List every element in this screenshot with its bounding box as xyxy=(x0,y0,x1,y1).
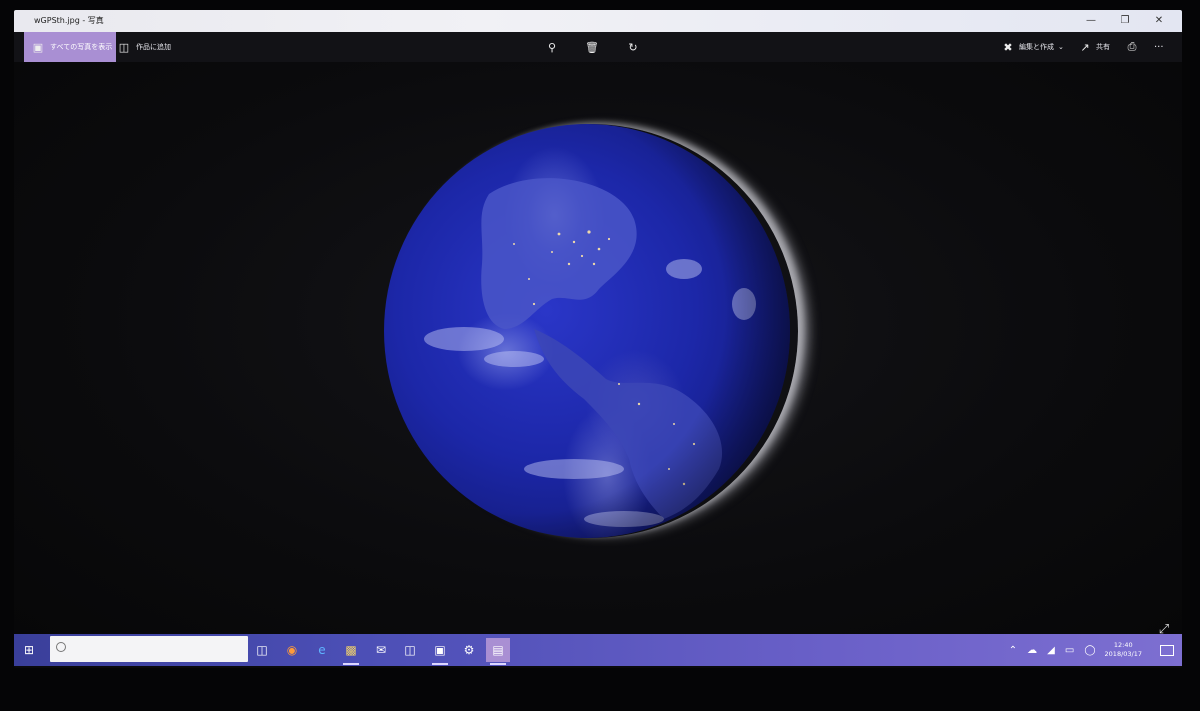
mail-icon: ✉ xyxy=(375,643,387,657)
clock-date: 2018/03/17 xyxy=(1104,650,1142,658)
add-to-creation-button[interactable]: ◫ 作品に追加 xyxy=(116,32,171,62)
earth-globe xyxy=(384,124,790,538)
more-button[interactable]: ··· xyxy=(1154,32,1164,62)
close-icon: ✕ xyxy=(1154,15,1164,26)
file-explorer-button[interactable]: ▩ xyxy=(339,638,363,665)
photos-icon: ▣ xyxy=(32,40,44,54)
see-all-photos-label: すべての写真を表示 xyxy=(50,43,113,51)
trash-icon: 🗑 xyxy=(585,40,599,54)
photos-app-button[interactable]: ▣ xyxy=(428,638,452,665)
title-bar: wGPSth.jpg - 写真 — ❐ ✕ xyxy=(14,10,1182,32)
mail-button[interactable]: ✉ xyxy=(369,638,393,662)
edge-icon: e xyxy=(318,643,326,657)
file-explorer-icon: ▩ xyxy=(345,643,357,657)
taskbar: ⊞ ◫ ◉ e ▩ ✉ ◫ ▣ ⚙ ▤ ⌃ ☁ ◢ ▭ ◯ 12:40 2018… xyxy=(14,634,1182,666)
edge-button[interactable]: e xyxy=(310,638,334,662)
settings-icon: ⚙ xyxy=(463,643,475,657)
firefox-button[interactable]: ◉ xyxy=(280,638,304,662)
share-button[interactable]: ↗ 共有 xyxy=(1077,32,1110,62)
network-icon[interactable]: ◢ xyxy=(1047,645,1055,656)
battery-icon[interactable]: ▭ xyxy=(1065,645,1074,656)
window-controls: — ❐ ✕ xyxy=(1074,10,1176,32)
photos-running-button[interactable]: ▤ xyxy=(486,638,510,665)
add-creation-icon: ◫ xyxy=(118,40,130,54)
photo-viewer[interactable]: ⤢ xyxy=(14,62,1182,638)
share-label: 共有 xyxy=(1096,43,1110,51)
rotate-button[interactable]: ↻ xyxy=(625,32,641,62)
delete-button[interactable]: 🗑 xyxy=(584,32,600,62)
earth-surface-art xyxy=(384,124,790,538)
system-tray: ⌃ ☁ ◢ ▭ ◯ 12:40 2018/03/17 xyxy=(1004,634,1182,666)
ime-icon[interactable]: ◯ xyxy=(1084,645,1095,656)
zoom-in-icon: ⚲ xyxy=(547,40,557,54)
settings-button[interactable]: ⚙ xyxy=(457,638,481,662)
close-button[interactable]: ✕ xyxy=(1142,10,1176,32)
start-button[interactable]: ⊞ xyxy=(14,634,44,666)
minimize-button[interactable]: — xyxy=(1074,10,1108,32)
photos-app-icon: ▣ xyxy=(434,643,446,657)
more-icon: ··· xyxy=(1154,41,1164,53)
edit-create-button[interactable]: ✖ 編集と作成 ⌄ xyxy=(1000,32,1064,62)
app-toolbar: ▣ すべての写真を表示 ◫ 作品に追加 ⚲ 🗑 ↻ ✖ 編集と作成 ⌄ ↗ 共有… xyxy=(14,32,1182,62)
restore-icon: ❐ xyxy=(1120,15,1130,26)
maximize-button[interactable]: ❐ xyxy=(1108,10,1142,32)
rotate-icon: ↻ xyxy=(628,40,638,54)
minimize-icon: — xyxy=(1086,15,1096,26)
edit-create-icon: ✖ xyxy=(1003,40,1013,54)
share-icon: ↗ xyxy=(1080,40,1090,54)
task-view-icon: ◫ xyxy=(256,643,268,657)
screen: wGPSth.jpg - 写真 — ❐ ✕ ▣ すべての写真を表示 ◫ 作品に追… xyxy=(14,10,1182,668)
photo-image xyxy=(384,124,798,538)
store-icon: ◫ xyxy=(404,643,416,657)
print-icon: ⎙ xyxy=(1127,40,1137,53)
window-title: wGPSth.jpg - 写真 xyxy=(34,16,104,25)
edit-create-label: 編集と作成 xyxy=(1019,43,1054,51)
see-all-photos-button[interactable]: ▣ すべての写真を表示 xyxy=(24,32,116,62)
clock[interactable]: 12:40 2018/03/17 xyxy=(1105,641,1142,659)
print-button[interactable]: ⎙ xyxy=(1124,32,1140,62)
onedrive-icon[interactable]: ☁ xyxy=(1027,645,1037,656)
windows-logo-icon: ⊞ xyxy=(23,643,35,657)
task-view-button[interactable]: ◫ xyxy=(250,638,274,662)
firefox-icon: ◉ xyxy=(286,643,298,657)
store-button[interactable]: ◫ xyxy=(398,638,422,662)
action-center-icon[interactable] xyxy=(1160,644,1174,656)
photos-running-icon: ▤ xyxy=(492,643,504,657)
chevron-down-icon: ⌄ xyxy=(1058,43,1064,51)
chevron-up-icon[interactable]: ⌃ xyxy=(1009,645,1017,656)
cortana-icon xyxy=(56,642,66,652)
add-to-creation-label: 作品に追加 xyxy=(136,43,171,51)
clock-time: 12:40 xyxy=(1113,641,1133,649)
taskbar-search-box[interactable] xyxy=(50,636,248,662)
zoom-button[interactable]: ⚲ xyxy=(544,32,560,62)
